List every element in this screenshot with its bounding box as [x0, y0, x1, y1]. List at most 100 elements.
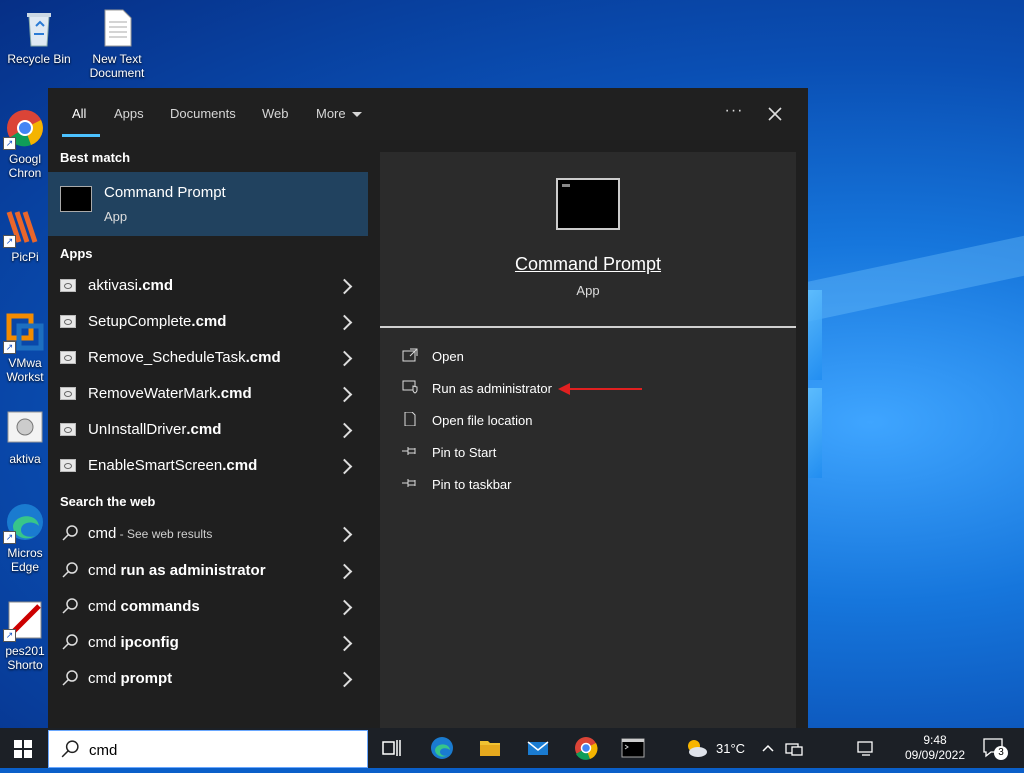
web-query: cmd — [88, 562, 121, 579]
command-prompt-icon — [556, 178, 620, 230]
web-query: cmd — [88, 634, 121, 651]
shortcut-arrow-icon: ↗ — [3, 629, 16, 642]
search-icon — [61, 740, 79, 758]
app-result-aktivasi[interactable]: aktivasi.cmd — [48, 268, 368, 304]
chevron-right-icon[interactable] — [336, 386, 353, 403]
app-result-ext: .cmd — [191, 313, 227, 330]
pin-icon — [402, 479, 416, 487]
web-query-bold: commands — [120, 598, 200, 615]
cmd-file-icon — [60, 423, 76, 436]
pin-icon — [402, 447, 416, 455]
app-result-ext: .cmd — [216, 385, 252, 402]
chevron-right-icon[interactable] — [336, 671, 353, 688]
chevron-right-icon[interactable] — [336, 350, 353, 367]
best-match-command-prompt[interactable]: Command Prompt App — [48, 172, 368, 236]
shortcut-arrow-icon: ↗ — [3, 341, 16, 354]
action-run-as-administrator[interactable]: Run as administrator — [402, 378, 702, 402]
web-query: cmd — [88, 598, 121, 615]
apps-heading: Apps — [60, 246, 93, 261]
action-label: Pin to taskbar — [432, 477, 512, 492]
start-button[interactable] — [14, 740, 32, 758]
shortcut-arrow-icon: ↗ — [3, 137, 16, 150]
annotation-arrow — [558, 383, 642, 395]
app-result-name: Remove_ScheduleTask — [88, 349, 246, 366]
action-pin-to-taskbar[interactable]: Pin to taskbar — [402, 474, 702, 498]
tab-web[interactable]: Web — [262, 106, 289, 121]
edge-icon: ↗ — [3, 502, 45, 544]
app-result-enablesmartscreen[interactable]: EnableSmartScreen.cmd — [48, 448, 368, 484]
desktop-icon-microsoft-edge[interactable]: ↗ Micros Edge — [0, 502, 50, 574]
tab-apps[interactable]: Apps — [114, 106, 144, 121]
web-result-ipconfig[interactable]: cmd ipconfig — [48, 625, 368, 661]
network-icon[interactable] — [784, 736, 804, 760]
display-icon[interactable] — [854, 736, 878, 760]
app-result-remove-scheduletask[interactable]: Remove_ScheduleTask.cmd — [48, 340, 368, 376]
app-result-name: aktivasi — [88, 277, 139, 294]
clock-date: 09/09/2022 — [904, 748, 966, 762]
chevron-down-icon — [351, 112, 362, 118]
command-prompt-taskbar-icon[interactable] — [621, 736, 645, 760]
app-result-setupcomplete[interactable]: SetupComplete.cmd — [48, 304, 368, 340]
app-result-ext: .cmd — [138, 277, 174, 294]
preview-pane: Command Prompt App Open Run as administr… — [380, 152, 796, 728]
desktop-icon-google-chrome[interactable]: ↗ Googl Chron — [0, 108, 50, 180]
chevron-right-icon[interactable] — [336, 458, 353, 475]
file-explorer-icon[interactable] — [478, 736, 502, 760]
edge-icon[interactable] — [430, 736, 454, 760]
app-result-ext: .cmd — [245, 349, 281, 366]
task-view-icon[interactable] — [380, 736, 404, 760]
search-input[interactable] — [87, 737, 351, 763]
chevron-right-icon[interactable] — [336, 314, 353, 331]
clock[interactable]: 9:48 09/09/2022 — [900, 728, 970, 773]
preview-title[interactable]: Command Prompt — [380, 254, 796, 275]
desktop-icon-vmware-workstation[interactable]: ↗ VMwa Workst — [0, 312, 50, 384]
chevron-right-icon[interactable] — [336, 278, 353, 295]
mail-icon[interactable] — [526, 736, 550, 760]
search-icon — [62, 670, 78, 686]
search-icon — [62, 525, 78, 541]
close-icon — [768, 107, 782, 121]
chevron-right-icon[interactable] — [336, 563, 353, 580]
action-open[interactable]: Open — [402, 346, 702, 370]
cmd-file-icon — [60, 387, 76, 400]
chevron-right-icon[interactable] — [336, 599, 353, 616]
weather-icon[interactable] — [684, 736, 708, 760]
action-label: Pin to Start — [432, 445, 497, 460]
clock-time: 9:48 — [923, 733, 947, 747]
action-open-file-location[interactable]: Open file location — [402, 410, 702, 434]
recycle-bin-icon — [19, 8, 59, 48]
app-result-removewatermark[interactable]: RemoveWaterMark.cmd — [48, 376, 368, 412]
desktop-icon-pes-shortcut[interactable]: ↗ pes201 Shorto — [0, 600, 50, 672]
vmware-icon: ↗ — [3, 312, 45, 354]
chevron-right-icon[interactable] — [336, 635, 353, 652]
desktop-icon-aktivasi[interactable]: aktiva — [0, 408, 50, 466]
app-result-name: RemoveWaterMark — [88, 385, 217, 402]
app-result-uninstalldriver[interactable]: UnInstallDriver.cmd — [48, 412, 368, 448]
chrome-icon[interactable] — [574, 736, 598, 760]
weather-temperature[interactable]: 31°C — [716, 741, 745, 756]
tab-all[interactable]: All — [72, 106, 86, 121]
web-result-cmd[interactable]: cmd - See web results — [48, 516, 368, 552]
desktop-icon-new-text-document[interactable]: New Text Document — [79, 8, 155, 80]
chevron-up-icon[interactable] — [760, 736, 776, 760]
web-result-run-as-administrator[interactable]: cmd run as administrator — [48, 553, 368, 589]
app-result-name: EnableSmartScreen — [88, 457, 223, 474]
action-pin-to-start[interactable]: Pin to Start — [402, 442, 702, 466]
tab-documents[interactable]: Documents — [170, 106, 236, 121]
notification-center-button[interactable]: 3 — [982, 736, 1008, 760]
desktop-icon-picpick[interactable]: ↗ PicPi — [0, 206, 50, 264]
taskbar-search-box[interactable] — [48, 730, 368, 768]
close-button[interactable] — [761, 102, 789, 126]
tab-more[interactable]: More — [316, 106, 362, 121]
web-result-prompt[interactable]: cmd prompt — [48, 661, 368, 697]
web-result-commands[interactable]: cmd commands — [48, 589, 368, 625]
search-panel: All Apps Documents Web More ··· Best mat… — [48, 88, 808, 728]
action-label: Open file location — [432, 413, 533, 428]
shortcut-arrow-icon: ↗ — [3, 531, 16, 544]
chevron-right-icon[interactable] — [336, 422, 353, 439]
desktop-icon-recycle-bin[interactable]: Recycle Bin — [1, 8, 77, 66]
text-document-icon — [97, 8, 137, 48]
ellipsis-icon[interactable]: ··· — [720, 102, 748, 126]
search-icon — [62, 562, 78, 578]
chevron-right-icon[interactable] — [336, 526, 353, 543]
